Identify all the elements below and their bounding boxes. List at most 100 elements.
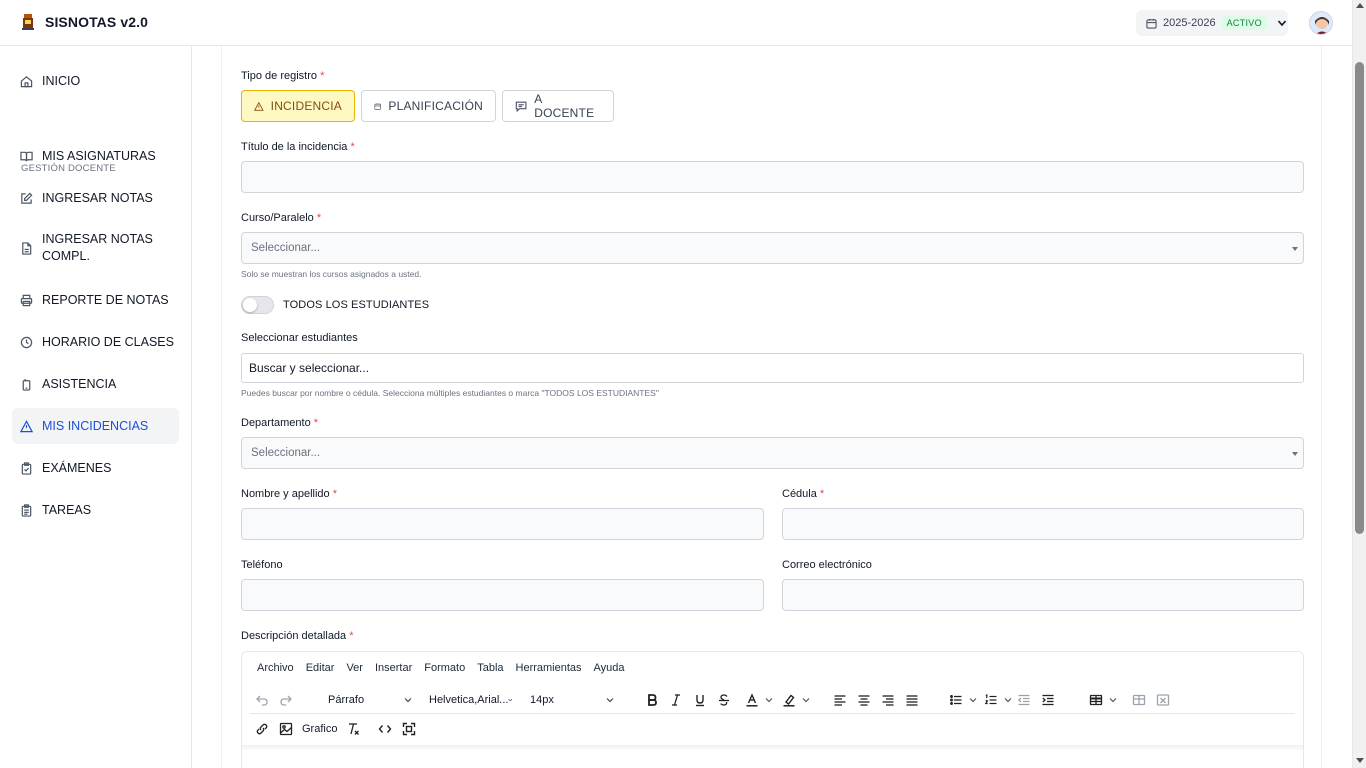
sidebar-item-mis-asignaturas[interactable]: MIS ASIGNATURAS — [12, 138, 179, 174]
redo-button[interactable] — [274, 688, 298, 712]
menu-insertar[interactable]: Insertar — [375, 662, 412, 674]
scroll-thumb[interactable] — [1355, 62, 1364, 534]
sidebar-item-inicio[interactable]: INICIO — [12, 63, 179, 99]
strikethrough-icon — [719, 694, 729, 706]
title-input[interactable] — [241, 161, 1304, 193]
brand[interactable]: SISNOTAS v2.0 — [20, 13, 148, 31]
menu-archivo[interactable]: Archivo — [257, 662, 294, 674]
outdent-button[interactable] — [1012, 688, 1036, 712]
indent-button[interactable] — [1036, 688, 1060, 712]
sidebar-item-ingresar-notas[interactable]: INGRESAR NOTAS — [12, 180, 179, 216]
page-scrollbar[interactable] — [1352, 0, 1366, 768]
chevron-down-icon — [404, 698, 412, 703]
align-right-button[interactable] — [876, 688, 900, 712]
toolbar-divider — [250, 713, 1295, 714]
bold-icon — [648, 694, 657, 706]
scroll-down-arrow-icon[interactable] — [1356, 758, 1364, 763]
bullet-list-button[interactable] — [944, 688, 977, 712]
phone-label: Teléfono — [241, 559, 283, 571]
chevron-down-icon — [1109, 698, 1117, 703]
numbered-list-button[interactable] — [979, 688, 1012, 712]
delete-table-button[interactable] — [1151, 688, 1175, 712]
students-search-input[interactable]: Buscar y seleccionar... — [241, 353, 1304, 383]
caret-down-icon — [1292, 452, 1298, 456]
align-left-button[interactable] — [828, 688, 852, 712]
bold-button[interactable] — [640, 688, 664, 712]
editor-menubar: Archivo Editar Ver Insertar Formato Tabl… — [257, 662, 625, 674]
sidebar-item-mis-incidencias[interactable]: MIS INCIDENCIAS — [12, 408, 179, 444]
editor-toolbar-secondary: Grafico — [250, 717, 421, 741]
link-icon — [256, 723, 268, 735]
type-planificacion-button[interactable]: PLANIFICACIÓN — [361, 90, 496, 122]
app-title: SISNOTAS v2.0 — [45, 14, 148, 30]
insert-image-button[interactable] — [274, 717, 298, 741]
chevron-down-icon — [1277, 20, 1287, 27]
table-icon — [1089, 694, 1103, 706]
status-badge: ACTIVO — [1221, 16, 1267, 30]
alert-triangle-icon — [20, 419, 33, 432]
type-incidencia-button[interactable]: INCIDENCIA — [241, 90, 355, 122]
school-year-selector[interactable]: 2025-2026 ACTIVO — [1136, 10, 1288, 36]
sidebar-item-reporte-de-notas[interactable]: REPORTE DE NOTAS — [12, 282, 179, 318]
clipboard-check-icon — [21, 461, 32, 475]
sidebar-item-tareas[interactable]: TAREAS — [12, 492, 179, 528]
numbered-list-icon — [984, 694, 997, 705]
sidebar-item-horario-de-clases[interactable]: HORARIO DE CLASES — [12, 324, 179, 360]
italic-icon — [672, 694, 680, 706]
sidebar-item-examenes[interactable]: EXÁMENES — [12, 450, 179, 486]
highlight-color-button[interactable] — [777, 688, 810, 712]
strikethrough-button[interactable] — [712, 688, 736, 712]
email-input[interactable] — [782, 579, 1304, 611]
insert-chart-button[interactable]: Grafico — [298, 723, 341, 735]
menu-herramientas[interactable]: Herramientas — [516, 662, 582, 674]
insert-link-button[interactable] — [250, 717, 274, 741]
font-family-dropdown[interactable]: Helvetica,Arial... — [423, 689, 519, 711]
sidebar-item-ingresar-notas-compl[interactable]: INGRESAR NOTAS COMPL. — [12, 227, 179, 269]
fullscreen-button[interactable] — [397, 717, 421, 741]
block-format-dropdown[interactable]: Párrafo — [322, 689, 418, 711]
font-size-dropdown[interactable]: 14px — [524, 689, 620, 711]
school-logo-icon — [22, 14, 34, 30]
phone-input[interactable] — [241, 579, 764, 611]
calendar-icon — [374, 102, 381, 110]
menu-ver[interactable]: Ver — [346, 662, 363, 674]
type-a-docente-button[interactable]: A DOCENTE — [502, 90, 614, 122]
align-justify-button[interactable] — [900, 688, 924, 712]
menu-editar[interactable]: Editar — [306, 662, 335, 674]
all-students-toggle[interactable] — [241, 296, 274, 314]
table-properties-icon — [1132, 694, 1146, 706]
alert-triangle-icon — [254, 101, 264, 111]
underline-button[interactable] — [688, 688, 712, 712]
course-select[interactable]: Seleccionar... — [241, 232, 1304, 264]
scroll-up-arrow-icon[interactable] — [1356, 3, 1364, 8]
user-avatar[interactable] — [1309, 11, 1333, 35]
sidebar-item-asistencia[interactable]: ASISTENCIA — [12, 366, 179, 402]
menu-ayuda[interactable]: Ayuda — [594, 662, 625, 674]
align-center-button[interactable] — [852, 688, 876, 712]
align-center-icon — [858, 695, 870, 706]
menu-formato[interactable]: Formato — [424, 662, 465, 674]
undo-icon — [256, 695, 268, 706]
text-color-button[interactable] — [740, 688, 773, 712]
description-label: Descripción detallada * — [241, 630, 354, 642]
clear-formatting-button[interactable] — [341, 717, 365, 741]
home-icon — [20, 75, 33, 87]
highlighter-icon — [783, 694, 795, 707]
align-left-icon — [834, 695, 846, 706]
editor-content-area[interactable] — [242, 745, 1303, 751]
name-input[interactable] — [241, 508, 764, 540]
table-properties-button[interactable] — [1127, 688, 1151, 712]
menu-tabla[interactable]: Tabla — [477, 662, 503, 674]
title-label: Título de la incidencia * — [241, 141, 355, 153]
id-input[interactable] — [782, 508, 1304, 540]
department-select[interactable]: Seleccionar... — [241, 437, 1304, 469]
file-icon — [22, 241, 32, 255]
undo-button[interactable] — [250, 688, 274, 712]
clear-formatting-icon — [349, 723, 360, 735]
italic-button[interactable] — [664, 688, 688, 712]
source-code-button[interactable] — [373, 717, 397, 741]
printer-icon — [20, 294, 33, 306]
table-button[interactable] — [1084, 688, 1117, 712]
indent-icon — [1042, 694, 1054, 706]
all-students-label: TODOS LOS ESTUDIANTES — [283, 299, 430, 311]
